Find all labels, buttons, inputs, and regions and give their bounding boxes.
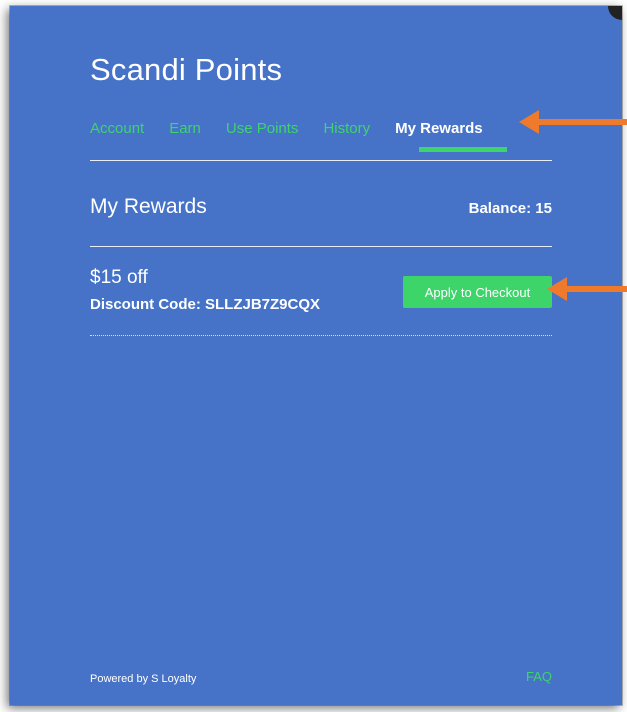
reward-divider (90, 335, 552, 336)
tab-earn[interactable]: Earn (169, 120, 201, 137)
panel-title: Scandi Points (90, 52, 283, 87)
powered-by-label: Powered by S Loyalty (90, 673, 197, 685)
close-icon[interactable] (608, 6, 622, 20)
tab-history[interactable]: History (323, 120, 370, 137)
divider (90, 160, 552, 161)
annotation-arrow-icon (519, 110, 627, 134)
tab-use-points[interactable]: Use Points (226, 120, 299, 137)
divider (90, 246, 552, 247)
section-title: My Rewards (90, 195, 207, 218)
tab-account[interactable]: Account (90, 120, 144, 137)
apply-to-checkout-button[interactable]: Apply to Checkout (403, 276, 552, 308)
annotation-arrow-icon (547, 277, 627, 301)
tab-bar: Account Earn Use Points History My Rewar… (90, 120, 508, 137)
discount-code: Discount Code: SLLZJB7Z9CQX (90, 296, 321, 313)
active-tab-indicator (419, 147, 507, 152)
faq-link[interactable]: FAQ (526, 669, 552, 684)
reward-title: $15 off (90, 267, 148, 288)
tab-my-rewards[interactable]: My Rewards (395, 120, 483, 137)
points-balance: Balance: 15 (468, 200, 552, 217)
